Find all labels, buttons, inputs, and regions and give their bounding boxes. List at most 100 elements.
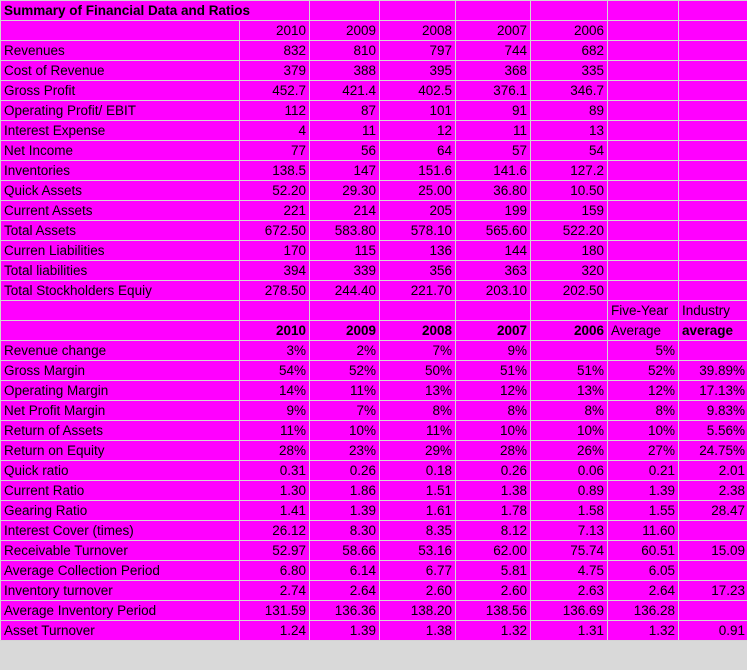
data-cell[interactable]: 151.6 <box>380 161 455 180</box>
data-cell[interactable]: 136 <box>380 241 455 260</box>
empty-cell[interactable] <box>380 301 455 320</box>
data-cell[interactable]: 10% <box>531 421 607 440</box>
data-cell[interactable]: 1.51 <box>380 481 455 500</box>
data-cell[interactable]: 51% <box>531 361 607 380</box>
data-cell[interactable]: 136.69 <box>531 601 607 620</box>
data-cell[interactable]: 682 <box>531 41 607 60</box>
data-cell[interactable]: 244.40 <box>310 281 379 300</box>
data-cell[interactable]: 202.50 <box>531 281 607 300</box>
data-cell[interactable]: 138.56 <box>456 601 530 620</box>
data-cell[interactable]: 421.4 <box>310 81 379 100</box>
data-cell[interactable]: 75.74 <box>531 541 607 560</box>
empty-cell[interactable] <box>310 1 379 20</box>
data-cell[interactable] <box>608 261 678 280</box>
data-cell[interactable]: 14% <box>240 381 309 400</box>
data-cell[interactable]: 0.21 <box>608 461 678 480</box>
data-cell[interactable]: 115 <box>310 241 379 260</box>
data-cell[interactable]: 1.30 <box>240 481 309 500</box>
data-cell[interactable]: 2.64 <box>310 581 379 600</box>
data-cell[interactable]: 8.12 <box>456 521 530 540</box>
data-cell[interactable]: 11% <box>240 421 309 440</box>
data-cell[interactable]: 17.23 <box>679 581 747 600</box>
data-cell[interactable]: 5.56% <box>679 421 747 440</box>
data-cell[interactable]: 0.18 <box>380 461 455 480</box>
data-cell[interactable]: 0.91 <box>679 621 747 640</box>
data-cell[interactable]: 672.50 <box>240 221 309 240</box>
data-cell[interactable]: 379 <box>240 61 309 80</box>
empty-cell[interactable] <box>531 301 607 320</box>
data-cell[interactable]: 9.83% <box>679 401 747 420</box>
data-cell[interactable]: 57 <box>456 141 530 160</box>
data-cell[interactable]: 11.60 <box>608 521 678 540</box>
data-cell[interactable]: 9% <box>240 401 309 420</box>
data-cell[interactable]: 141.6 <box>456 161 530 180</box>
data-cell[interactable]: 52% <box>608 361 678 380</box>
data-cell[interactable] <box>679 561 747 580</box>
data-cell[interactable]: 7% <box>310 401 379 420</box>
data-cell[interactable] <box>679 241 747 260</box>
data-cell[interactable]: 136.36 <box>310 601 379 620</box>
data-cell[interactable]: 2.74 <box>240 581 309 600</box>
data-cell[interactable] <box>608 121 678 140</box>
empty-cell[interactable] <box>531 1 607 20</box>
data-cell[interactable] <box>679 261 747 280</box>
data-cell[interactable]: 1.31 <box>531 621 607 640</box>
empty-cell[interactable] <box>608 1 678 20</box>
data-cell[interactable]: 1.39 <box>310 621 379 640</box>
data-cell[interactable]: 1.38 <box>380 621 455 640</box>
data-cell[interactable]: 278.50 <box>240 281 309 300</box>
data-cell[interactable]: 52% <box>310 361 379 380</box>
empty-cell[interactable] <box>1 321 239 340</box>
data-cell[interactable]: 1.39 <box>608 481 678 500</box>
data-cell[interactable]: 127.2 <box>531 161 607 180</box>
data-cell[interactable]: 376.1 <box>456 81 530 100</box>
data-cell[interactable]: 23% <box>310 441 379 460</box>
data-cell[interactable]: 11 <box>456 121 530 140</box>
data-cell[interactable]: 87 <box>310 101 379 120</box>
data-cell[interactable]: 13% <box>531 381 607 400</box>
data-cell[interactable]: 8.35 <box>380 521 455 540</box>
data-cell[interactable]: 36.80 <box>456 181 530 200</box>
data-cell[interactable]: 2% <box>310 341 379 360</box>
data-cell[interactable]: 1.58 <box>531 501 607 520</box>
data-cell[interactable]: 12% <box>456 381 530 400</box>
data-cell[interactable]: 54 <box>531 141 607 160</box>
data-cell[interactable]: 13% <box>380 381 455 400</box>
empty-cell[interactable] <box>608 21 678 40</box>
data-cell[interactable] <box>608 101 678 120</box>
data-cell[interactable]: 205 <box>380 201 455 220</box>
data-cell[interactable]: 2.01 <box>679 461 747 480</box>
data-cell[interactable]: 203.10 <box>456 281 530 300</box>
data-cell[interactable] <box>608 221 678 240</box>
data-cell[interactable] <box>679 101 747 120</box>
data-cell[interactable]: 52.97 <box>240 541 309 560</box>
data-cell[interactable]: 28% <box>456 441 530 460</box>
data-cell[interactable]: 10% <box>608 421 678 440</box>
data-cell[interactable]: 368 <box>456 61 530 80</box>
data-cell[interactable]: 832 <box>240 41 309 60</box>
data-cell[interactable]: 5% <box>608 341 678 360</box>
data-cell[interactable]: 54% <box>240 361 309 380</box>
empty-cell[interactable] <box>679 21 747 40</box>
data-cell[interactable]: 3% <box>240 341 309 360</box>
data-cell[interactable]: 1.86 <box>310 481 379 500</box>
data-cell[interactable]: 6.05 <box>608 561 678 580</box>
data-cell[interactable]: 28.47 <box>679 501 747 520</box>
data-cell[interactable]: 452.7 <box>240 81 309 100</box>
data-cell[interactable]: 28% <box>240 441 309 460</box>
data-cell[interactable]: 6.77 <box>380 561 455 580</box>
data-cell[interactable]: 1.61 <box>380 501 455 520</box>
data-cell[interactable]: 1.32 <box>608 621 678 640</box>
data-cell[interactable] <box>679 221 747 240</box>
data-cell[interactable]: 60.51 <box>608 541 678 560</box>
data-cell[interactable]: 810 <box>310 41 379 60</box>
data-cell[interactable]: 17.13% <box>679 381 747 400</box>
data-cell[interactable] <box>679 161 747 180</box>
data-cell[interactable]: 11% <box>310 381 379 400</box>
data-cell[interactable] <box>679 521 747 540</box>
data-cell[interactable] <box>679 121 747 140</box>
data-cell[interactable] <box>608 61 678 80</box>
data-cell[interactable]: 2.60 <box>380 581 455 600</box>
data-cell[interactable]: 147 <box>310 161 379 180</box>
data-cell[interactable]: 56 <box>310 141 379 160</box>
